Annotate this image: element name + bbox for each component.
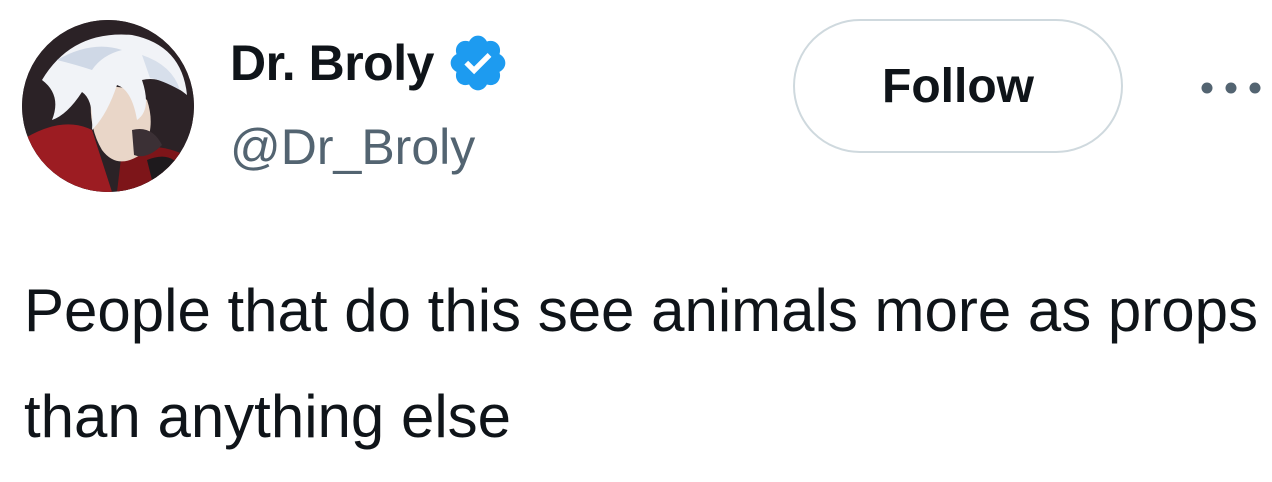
author-name-row: Dr. Broly xyxy=(230,30,510,96)
display-name[interactable]: Dr. Broly xyxy=(230,34,434,92)
tweet-card: Dr. Broly @Dr_Broly Follow People that d… xyxy=(0,0,1272,482)
author-handle[interactable]: @Dr_Broly xyxy=(230,118,475,176)
more-options-button[interactable] xyxy=(1196,68,1266,108)
avatar-image xyxy=(22,20,194,192)
follow-button[interactable]: Follow xyxy=(793,19,1123,153)
avatar[interactable] xyxy=(22,20,194,192)
more-horizontal-icon xyxy=(1201,82,1261,94)
verified-badge-icon[interactable] xyxy=(446,31,510,95)
tweet-text: People that do this see animals more as … xyxy=(24,277,1259,450)
